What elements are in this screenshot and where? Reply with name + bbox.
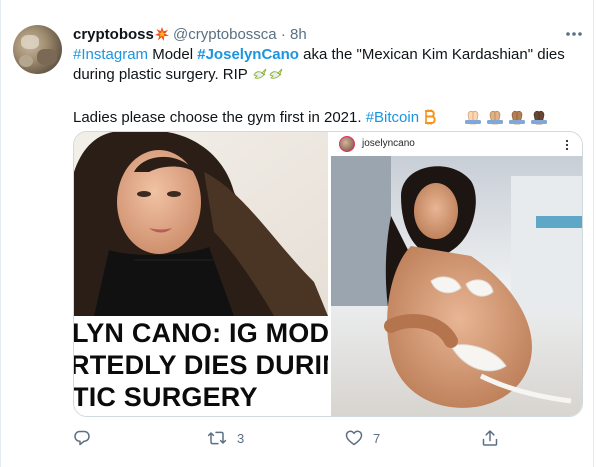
tweet-frame: cryptoboss @cryptobossca · 8h #Instagram… — [0, 0, 596, 467]
headline-box: LYN CANO: IG MODEL RTEDLY DIES DURING TI… — [74, 316, 328, 416]
folded-hands-icon — [509, 110, 526, 125]
frame-border — [593, 0, 594, 467]
avatar-detail — [19, 55, 33, 67]
media-photo-left[interactable]: LYN CANO: IG MODEL RTEDLY DIES DURING TI… — [74, 132, 328, 416]
retweet-count: 3 — [237, 430, 245, 446]
photo-illustration — [331, 156, 582, 416]
user-handle[interactable]: @cryptobossca — [173, 26, 277, 43]
folded-hands-icon — [465, 110, 482, 125]
media-grid: LYN CANO: IG MODEL RTEDLY DIES DURING TI… — [73, 131, 583, 417]
media-photo-right[interactable]: joselyncano — [331, 132, 582, 416]
tweet-actions: 3 7 — [73, 427, 503, 449]
share-button[interactable] — [481, 427, 499, 449]
instagram-username: joselyncano — [362, 138, 415, 149]
folded-hands-emoji-row — [465, 109, 548, 131]
portrait-illustration — [74, 132, 328, 316]
tweet-header: cryptoboss @cryptobossca · 8h — [73, 25, 307, 45]
tweet-text-fragment: Model — [148, 46, 198, 63]
headline-line: LYN CANO: IG MODEL — [74, 318, 328, 348]
tweet-text-line: Ladies please choose the gym first in 20… — [73, 108, 583, 131]
folded-hands-icon — [487, 110, 504, 125]
avatar-detail — [37, 49, 57, 65]
headline-line: RTEDLY DIES DURING — [74, 350, 328, 380]
instagram-avatar — [339, 136, 355, 152]
instagram-header: joselyncano — [331, 132, 582, 156]
more-vertical-icon — [561, 138, 573, 151]
reply-button[interactable] — [73, 427, 91, 449]
folded-hands-icon — [531, 110, 548, 125]
avatar[interactable] — [13, 25, 62, 74]
separator-dot: · — [280, 26, 286, 43]
retweet-button[interactable]: 3 — [207, 427, 244, 449]
frame-border — [0, 0, 1, 467]
timestamp[interactable]: 8h — [290, 26, 307, 43]
tweet-text: #Instagram Model #JoselynCano aka the "M… — [73, 45, 583, 131]
like-button[interactable]: 7 — [345, 427, 380, 449]
tweet-text-fragment: Ladies please choose the gym first in 20… — [73, 109, 366, 126]
more-horizontal-icon[interactable] — [564, 24, 584, 44]
reply-icon — [74, 430, 90, 446]
headline-line: TIC SURGERY — [74, 382, 258, 412]
retweet-icon — [207, 431, 227, 445]
collision-emoji-icon — [154, 27, 169, 41]
display-name[interactable]: cryptoboss — [73, 26, 154, 43]
hashtag-link[interactable]: #Bitcoin — [366, 109, 419, 126]
avatar-detail — [21, 35, 39, 49]
bitcoin-icon — [423, 109, 437, 131]
hashtag-link[interactable]: #Instagram — [73, 46, 148, 63]
heart-icon — [345, 430, 363, 446]
dove-icon — [252, 66, 268, 88]
dove-icon — [268, 66, 284, 88]
tweet-text-line: #Instagram Model #JoselynCano aka the "M… — [73, 45, 583, 88]
share-icon — [482, 430, 498, 446]
like-count: 7 — [373, 430, 381, 446]
hashtag-link[interactable]: #JoselynCano — [197, 46, 299, 63]
